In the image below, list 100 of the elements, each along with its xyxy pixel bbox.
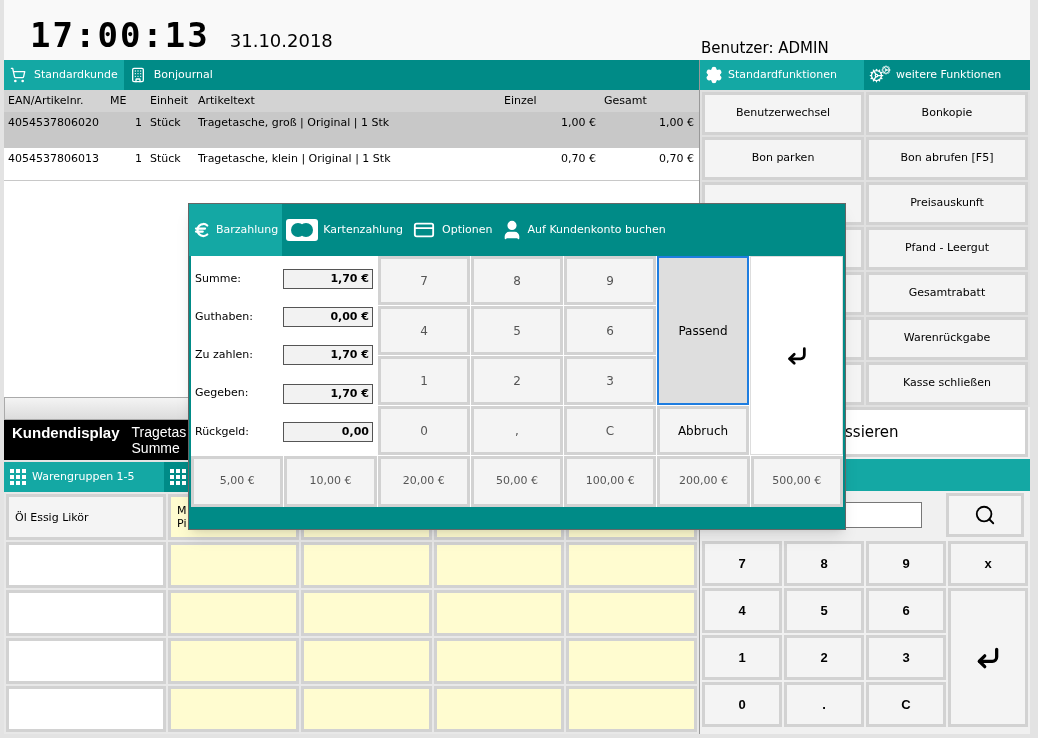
function-button[interactable]: Bonkopie: [866, 92, 1028, 135]
function-button[interactable]: Bon parken: [702, 137, 864, 180]
keypad-key[interactable]: 4: [702, 588, 782, 633]
group-button[interactable]: [6, 590, 166, 636]
keypad-key[interactable]: 6: [866, 588, 946, 633]
building-icon: [129, 67, 146, 83]
field-label: Zu zahlen:: [195, 347, 253, 364]
keypad-key[interactable]: .: [784, 682, 864, 727]
group-button[interactable]: [6, 638, 166, 684]
keypad-key[interactable]: 7: [378, 256, 470, 305]
column-header: Artikeltext: [197, 92, 256, 109]
cash-amount-button[interactable]: 200,00 €: [657, 456, 750, 507]
search-button[interactable]: [946, 493, 1024, 537]
table-cell-text: 1,00 €: [658, 115, 695, 131]
group-button[interactable]: [6, 686, 166, 732]
keypad-key[interactable]: C: [866, 682, 946, 727]
enter-key[interactable]: [948, 588, 1028, 727]
table-cell-text: 4054537806020: [7, 115, 100, 131]
cash-amount-button[interactable]: 50,00 €: [470, 456, 564, 507]
amount-field: 1,70 €: [283, 345, 373, 366]
keypad-key[interactable]: 6: [564, 306, 656, 355]
cash-amount-button[interactable]: 5,00 €: [191, 456, 284, 507]
keypad-key[interactable]: 1: [702, 635, 782, 680]
keypad-key[interactable]: x: [948, 541, 1028, 586]
column-header: EAN/Artikelnr.: [7, 92, 85, 109]
enter-key[interactable]: [750, 256, 843, 455]
product-button[interactable]: [566, 542, 697, 588]
keypad-key[interactable]: 9: [866, 541, 946, 586]
column-header: Gesamt: [603, 92, 648, 109]
euro-icon: [193, 221, 211, 239]
product-button[interactable]: [168, 638, 299, 684]
product-button[interactable]: [168, 686, 299, 732]
table-cell-text: Tragetasche, groß | Original | 1 Stk: [197, 115, 391, 131]
gears-icon: [869, 65, 891, 85]
amount-field: 0,00: [283, 421, 373, 442]
function-button[interactable]: Pfand - Leergut: [866, 227, 1028, 270]
product-button[interactable]: [566, 590, 697, 636]
keypad-key[interactable]: C: [564, 406, 656, 455]
product-button[interactable]: [566, 686, 697, 732]
product-button[interactable]: [433, 542, 565, 588]
date-label: 31.10.2018: [229, 32, 333, 52]
keypad-key[interactable]: 0: [378, 406, 470, 455]
group-button[interactable]: Öl Essig Likör: [6, 494, 166, 540]
table-cell-text: 1,00 €: [560, 115, 597, 131]
receipt-row[interactable]: 4054537806013 1 Stück Tragetasche, klein | Original | 1 Stk 0,70 € 0,70 €: [4, 148, 699, 181]
function-button[interactable]: Gesamtrabatt: [866, 272, 1028, 315]
keypad-key[interactable]: 9: [564, 256, 656, 305]
field-label: Guthaben:: [195, 309, 253, 326]
product-button[interactable]: [433, 686, 565, 732]
keypad-key[interactable]: 5: [471, 306, 563, 355]
cancel-button[interactable]: Abbruch: [657, 406, 749, 455]
keypad-key[interactable]: 3: [564, 356, 656, 405]
product-button[interactable]: [168, 590, 299, 636]
keypad-key[interactable]: ,: [471, 406, 563, 455]
product-button[interactable]: [433, 590, 565, 636]
function-button[interactable]: Benutzerwechsel: [702, 92, 864, 135]
customer-display-title: Kundendisplay: [12, 424, 120, 443]
keypad-key[interactable]: 3: [866, 635, 946, 680]
table-cell-text: Tragetasche, klein | Original | 1 Stk: [197, 151, 392, 167]
column-header: Einzel: [503, 92, 538, 109]
cash-amount-button[interactable]: 20,00 €: [377, 456, 470, 507]
keypad-key[interactable]: 2: [471, 356, 563, 405]
product-button[interactable]: [300, 590, 432, 636]
keypad-key[interactable]: 0: [702, 682, 782, 727]
exact-amount-button[interactable]: Passend: [657, 256, 749, 405]
amount-field: 0,00 €: [283, 307, 373, 328]
product-button[interactable]: [300, 638, 432, 684]
cash-amount-button[interactable]: 100,00 €: [564, 456, 657, 507]
keypad-key[interactable]: 8: [784, 541, 864, 586]
product-button[interactable]: [168, 542, 299, 588]
function-button[interactable]: Preisauskunft: [866, 182, 1028, 225]
grid-icon: [170, 469, 186, 485]
function-button[interactable]: Warenrückgabe: [866, 317, 1028, 360]
group-button[interactable]: [6, 542, 166, 588]
field-label: Gegeben:: [195, 385, 249, 402]
table-cell-text: 0,70 €: [658, 151, 695, 167]
cash-amount-button[interactable]: 10,00 €: [284, 456, 377, 507]
keypad-key[interactable]: 4: [378, 306, 470, 355]
cash-amount-button[interactable]: 500,00 €: [750, 456, 843, 507]
table-cell-text: Stück: [149, 151, 182, 167]
product-button[interactable]: [300, 542, 432, 588]
grid-icon: [10, 469, 26, 485]
table-cell-text: 1: [134, 115, 143, 131]
keypad-key[interactable]: 7: [702, 541, 782, 586]
table-cell-text: Stück: [149, 115, 182, 131]
keypad-key[interactable]: 1: [378, 356, 470, 405]
customer-display-line: Summe: [131, 440, 181, 456]
settings-icon: [705, 66, 723, 84]
function-button[interactable]: Bon abrufen [F5]: [866, 137, 1028, 180]
receipt-row[interactable]: 4054537806020 1 Stück Tragetasche, groß | Original | 1 Stk 1,00 € 1,00 €: [4, 112, 699, 148]
cart-icon: [10, 67, 26, 83]
keypad-key[interactable]: 8: [471, 256, 563, 305]
product-button[interactable]: [300, 686, 432, 732]
product-button[interactable]: [433, 638, 565, 684]
field-label: Summe:: [195, 270, 241, 287]
function-button[interactable]: Kasse schließen: [866, 362, 1028, 405]
keypad-key[interactable]: 5: [784, 588, 864, 633]
table-cell-text: 4054537806013: [7, 151, 100, 167]
product-button[interactable]: [566, 638, 697, 684]
keypad-key[interactable]: 2: [784, 635, 864, 680]
